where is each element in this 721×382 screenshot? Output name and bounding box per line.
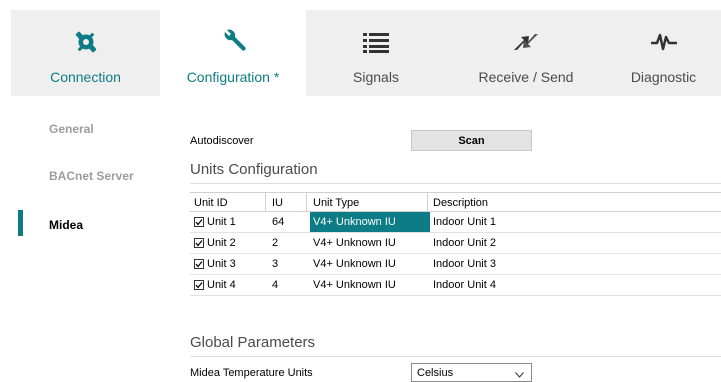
unit-id-text: Unit 3: [207, 258, 236, 270]
col-header-unit-type[interactable]: Unit Type: [310, 193, 430, 213]
unit-id-text: Unit 2: [207, 237, 236, 249]
col-separator: [427, 193, 428, 212]
unit-id-cell[interactable]: Unit 1: [194, 212, 236, 232]
table-row[interactable]: Unit 3 3 V4+ Unknown IU Indoor Unit 3: [190, 254, 721, 275]
plug-icon: [74, 29, 98, 55]
unit-id-cell[interactable]: Unit 3: [194, 254, 236, 274]
iu-cell[interactable]: 2: [272, 233, 278, 253]
tab-connection-label: Connection: [50, 69, 121, 85]
unit-enabled-checkbox[interactable]: [194, 280, 204, 290]
temperature-units-value: Celsius: [417, 366, 454, 379]
tab-signals-label: Signals: [353, 69, 399, 85]
temperature-units-label: Midea Temperature Units: [190, 367, 313, 379]
col-separator: [265, 193, 266, 212]
autodiscover-label: Autodiscover: [190, 135, 254, 147]
tab-signals[interactable]: Signals: [306, 10, 446, 96]
unit-type-cell[interactable]: V4+ Unknown IU: [310, 275, 430, 295]
col-header-unit-id[interactable]: Unit ID: [194, 193, 228, 213]
checkmark-icon: [195, 240, 203, 247]
col-separator: [306, 193, 307, 212]
table-row[interactable]: Unit 1 64 V4+ Unknown IU Indoor Unit 1: [190, 212, 721, 233]
col-header-iu[interactable]: IU: [272, 193, 283, 213]
scan-button[interactable]: Scan: [411, 130, 532, 151]
sidebar-item-general[interactable]: General: [49, 122, 94, 136]
transfer-arrows-icon: [512, 29, 540, 55]
units-section-divider: [190, 183, 721, 184]
tab-connection[interactable]: Connection: [11, 10, 160, 96]
unit-enabled-checkbox[interactable]: [194, 238, 204, 248]
unit-type-cell[interactable]: V4+ Unknown IU: [310, 233, 430, 253]
unit-enabled-checkbox[interactable]: [194, 217, 204, 227]
sidebar-active-indicator: [18, 210, 23, 236]
checkmark-icon: [195, 282, 203, 289]
temperature-units-select[interactable]: Celsius: [411, 363, 532, 382]
tab-receive-send-label: Receive / Send: [478, 69, 574, 85]
tab-diagnostic-label: Diagnostic: [630, 69, 697, 85]
sidebar-item-bacnet-server[interactable]: BACnet Server: [49, 169, 134, 183]
description-cell[interactable]: Indoor Unit 2: [430, 233, 496, 253]
checkmark-icon: [195, 261, 203, 268]
table-row[interactable]: Unit 4 4 V4+ Unknown IU Indoor Unit 4: [190, 275, 721, 296]
units-table: Unit ID IU Unit Type Description Unit 1 …: [190, 192, 721, 296]
sidebar-item-midea[interactable]: Midea: [49, 218, 83, 232]
description-cell[interactable]: Indoor Unit 4: [430, 275, 496, 295]
tab-configuration[interactable]: Configuration *: [160, 10, 306, 96]
iu-cell[interactable]: 3: [272, 254, 278, 274]
description-cell[interactable]: Indoor Unit 3: [430, 254, 496, 274]
units-configuration-title: Units Configuration: [190, 161, 318, 178]
tab-configuration-label: Configuration *: [186, 69, 280, 85]
units-table-header: Unit ID IU Unit Type Description: [190, 192, 721, 212]
unit-id-cell[interactable]: Unit 2: [194, 233, 236, 253]
list-icon: [363, 29, 389, 55]
unit-id-cell[interactable]: Unit 4: [194, 275, 236, 295]
global-parameters-title: Global Parameters: [190, 334, 316, 351]
unit-enabled-checkbox[interactable]: [194, 259, 204, 269]
top-tab-bar: Connection Configuration * Signals Recei…: [11, 10, 721, 96]
pulse-icon: [650, 29, 677, 55]
tab-receive-send[interactable]: Receive / Send: [446, 10, 606, 96]
iu-cell[interactable]: 4: [272, 275, 278, 295]
wrench-icon: [220, 29, 246, 55]
checkmark-icon: [195, 219, 203, 226]
iu-cell[interactable]: 64: [272, 212, 284, 232]
global-section-divider: [190, 356, 721, 357]
unit-id-text: Unit 1: [207, 216, 236, 228]
description-cell[interactable]: Indoor Unit 1: [430, 212, 496, 232]
unit-type-cell[interactable]: V4+ Unknown IU: [310, 254, 430, 274]
unit-type-cell[interactable]: V4+ Unknown IU: [310, 212, 430, 232]
col-header-description[interactable]: Description: [430, 193, 488, 213]
unit-id-text: Unit 4: [207, 279, 236, 291]
chevron-down-icon: [515, 369, 524, 381]
table-row[interactable]: Unit 2 2 V4+ Unknown IU Indoor Unit 2: [190, 233, 721, 254]
tab-diagnostic[interactable]: Diagnostic: [606, 10, 721, 96]
